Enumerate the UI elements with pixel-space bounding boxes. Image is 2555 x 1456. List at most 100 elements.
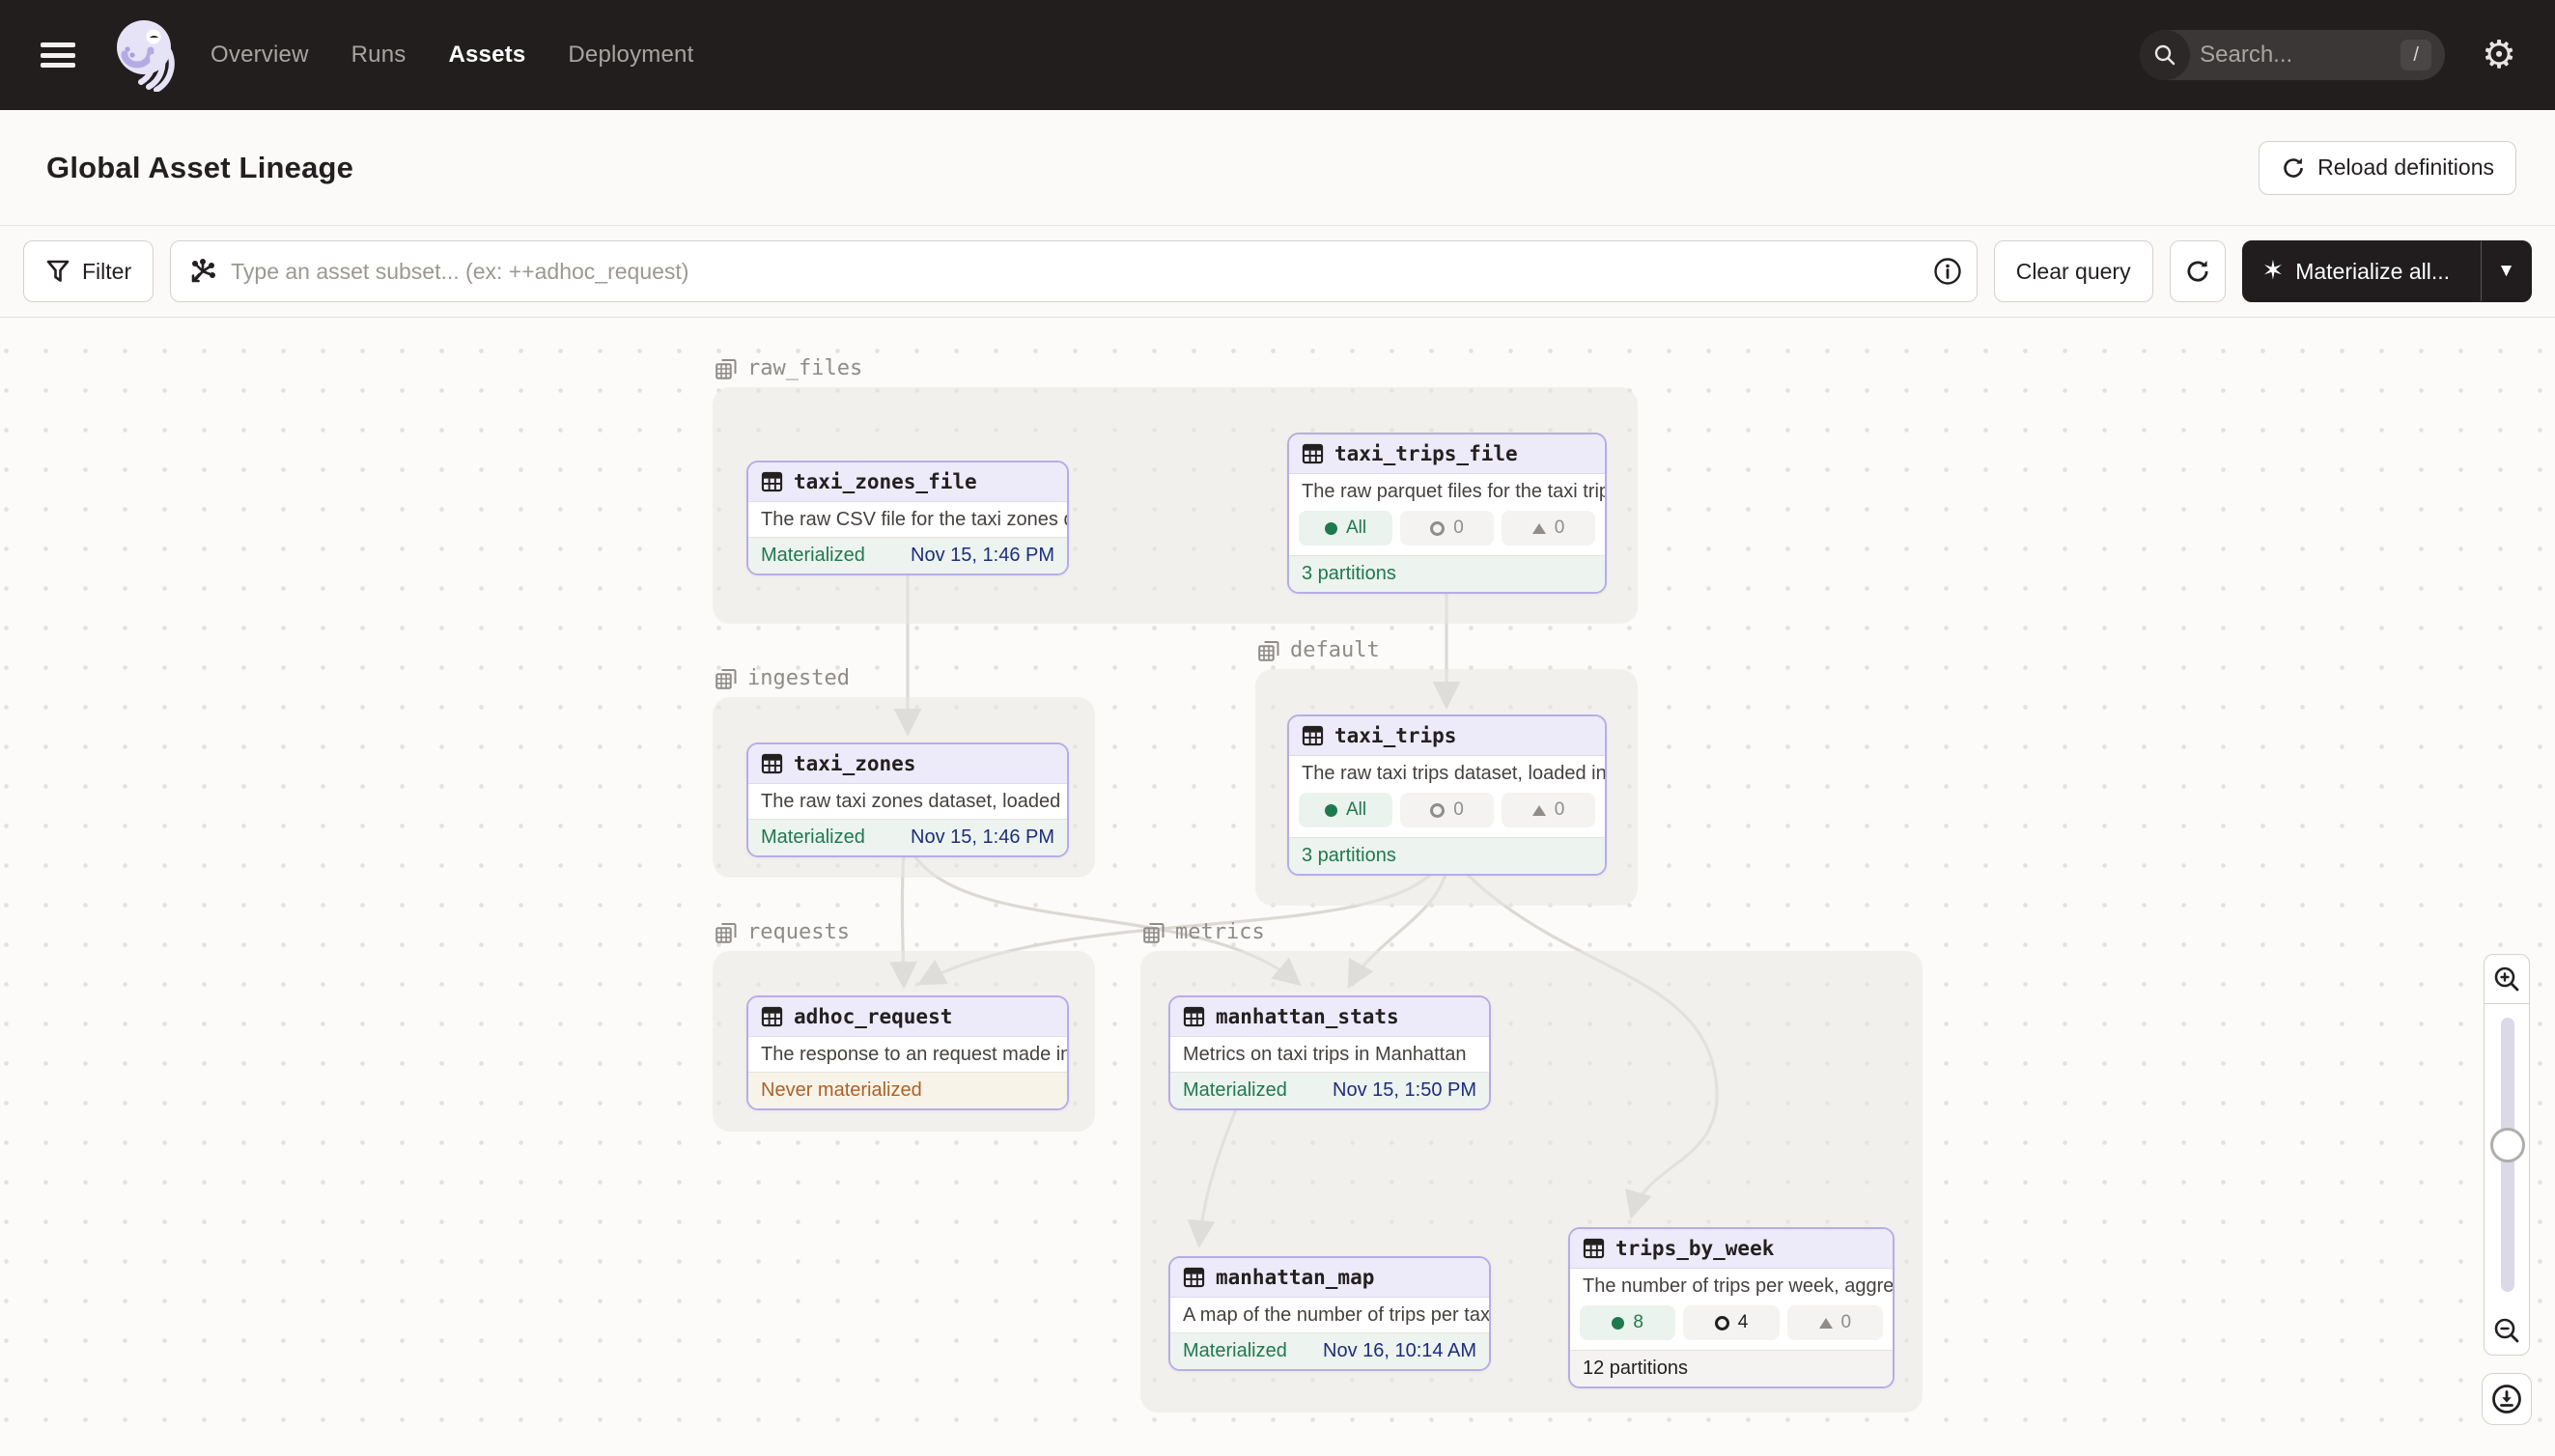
zoom-in-icon bbox=[2492, 965, 2521, 994]
asset-description: The response to an request made in th... bbox=[748, 1037, 1067, 1072]
nav-item-runs[interactable]: Runs bbox=[351, 42, 407, 69]
gear-icon[interactable]: ⚙ bbox=[2482, 36, 2516, 74]
refresh-icon bbox=[2281, 155, 2306, 181]
asset-description: The raw taxi trips dataset, loaded into … bbox=[1289, 756, 1605, 791]
partition-pill[interactable]: All bbox=[1299, 793, 1392, 827]
filter-button[interactable]: Filter bbox=[23, 240, 154, 302]
asset-materialization-time[interactable]: Nov 15, 1:46 PM bbox=[911, 545, 1054, 567]
asset-status-label: 3 partitions bbox=[1302, 563, 1396, 585]
asset-node-taxi_trips_file[interactable]: taxi_trips_file The raw parquet files fo… bbox=[1287, 433, 1607, 594]
asset-materialization-time[interactable]: Nov 16, 10:14 AM bbox=[1323, 1340, 1476, 1362]
asset-materialization-time[interactable]: Nov 15, 1:46 PM bbox=[911, 826, 1054, 849]
asset-status-footer: Materialized Nov 15, 1:46 PM bbox=[748, 537, 1067, 574]
failed-ring-icon bbox=[1430, 803, 1445, 818]
asset-name: taxi_zones bbox=[794, 752, 915, 775]
global-search[interactable]: / bbox=[2140, 30, 2445, 80]
zoom-out-button[interactable] bbox=[2484, 1305, 2530, 1356]
asset-status-footer: Materialized Nov 15, 1:50 PM bbox=[1170, 1072, 1489, 1108]
asset-status-footer: Never materialized bbox=[748, 1072, 1067, 1108]
asset-group-label-metrics[interactable]: metrics bbox=[1142, 920, 1265, 944]
partition-pill[interactable]: 0 bbox=[1400, 511, 1494, 546]
asset-group-label-default[interactable]: default bbox=[1257, 638, 1380, 662]
asset-name: trips_by_week bbox=[1615, 1237, 1774, 1260]
search-shortcut-hint: / bbox=[2401, 40, 2431, 70]
search-icon bbox=[2140, 30, 2190, 80]
partition-status-pills: All00 bbox=[1289, 509, 1605, 555]
materialize-all-button[interactable]: ✶ Materialize all... ▼ bbox=[2242, 240, 2532, 302]
asset-node-manhattan_map[interactable]: manhattan_map A map of the number of tri… bbox=[1168, 1256, 1491, 1371]
zoom-controls bbox=[2484, 954, 2530, 1356]
partition-pill[interactable]: 0 bbox=[1400, 793, 1494, 827]
asset-status-label: Materialized bbox=[1183, 1079, 1287, 1102]
asset-node-adhoc_request[interactable]: adhoc_request The response to an request… bbox=[746, 995, 1069, 1110]
refresh-graph-button[interactable] bbox=[2170, 240, 2226, 302]
partition-pill[interactable]: 0 bbox=[1502, 793, 1595, 827]
dagster-asset-lineage-app: Overview Runs Assets Deployment / ⚙ Glob… bbox=[0, 0, 2555, 1456]
zoom-out-icon bbox=[2492, 1316, 2521, 1345]
asset-status-label: Materialized bbox=[761, 545, 865, 567]
materialize-dropdown-caret[interactable]: ▼ bbox=[2481, 241, 2531, 301]
materialize-all-main[interactable]: ✶ Materialize all... bbox=[2243, 241, 2469, 301]
missing-triangle-icon bbox=[1532, 805, 1546, 816]
menu-icon[interactable] bbox=[39, 39, 77, 71]
table-icon bbox=[1183, 1267, 1205, 1288]
asset-status-label: 12 partitions bbox=[1583, 1358, 1688, 1380]
sparkle-icon: ✶ bbox=[2262, 258, 2285, 284]
page-header: Global Asset Lineage Reload definitions bbox=[0, 110, 2555, 226]
asset-description: The raw parquet files for the taxi trips… bbox=[1289, 474, 1605, 509]
zoom-slider-thumb[interactable] bbox=[2490, 1128, 2525, 1162]
asset-node-header: manhattan_stats bbox=[1170, 997, 1489, 1037]
asset-status-label: 3 partitions bbox=[1302, 845, 1396, 867]
asset-node-trips_by_week[interactable]: trips_by_week The number of trips per we… bbox=[1568, 1227, 1895, 1388]
asset-node-header: taxi_trips bbox=[1289, 716, 1605, 756]
partition-pill[interactable]: 0 bbox=[1787, 1305, 1883, 1340]
asset-description: The raw taxi zones dataset, loaded int..… bbox=[748, 784, 1067, 819]
asset-node-header: manhattan_map bbox=[1170, 1258, 1489, 1298]
partition-status-pills: All00 bbox=[1289, 791, 1605, 837]
clear-query-button[interactable]: Clear query bbox=[1994, 240, 2153, 302]
materialized-dot-icon bbox=[1325, 522, 1337, 535]
partition-status-pills: 840 bbox=[1570, 1303, 1893, 1350]
table-icon bbox=[761, 753, 783, 774]
info-icon[interactable] bbox=[1933, 257, 1962, 286]
asset-node-manhattan_stats[interactable]: manhattan_stats Metrics on taxi trips in… bbox=[1168, 995, 1491, 1110]
nav-links: Overview Runs Assets Deployment bbox=[211, 42, 693, 69]
asset-group-label-requests[interactable]: requests bbox=[715, 920, 850, 944]
partition-pill[interactable]: 4 bbox=[1683, 1305, 1779, 1340]
lineage-canvas[interactable]: raw_files ingested default requests metr… bbox=[0, 319, 2555, 1456]
asset-description: The raw CSV file for the taxi zones dat.… bbox=[748, 502, 1067, 537]
asset-node-taxi_zones_file[interactable]: taxi_zones_file The raw CSV file for the… bbox=[746, 461, 1069, 575]
dagster-logo-icon[interactable] bbox=[114, 18, 178, 92]
asset-node-taxi_trips[interactable]: taxi_trips The raw taxi trips dataset, l… bbox=[1287, 714, 1607, 876]
partition-pill[interactable]: All bbox=[1299, 511, 1392, 546]
failed-ring-icon bbox=[1715, 1316, 1729, 1330]
asset-node-header: trips_by_week bbox=[1570, 1229, 1893, 1269]
asset-description: The number of trips per week, aggreg... bbox=[1570, 1269, 1893, 1303]
asset-status-footer: MaterializedNov 16, 10:14 AM bbox=[1170, 1332, 1489, 1369]
top-navigation-bar: Overview Runs Assets Deployment / ⚙ bbox=[0, 0, 2555, 110]
asset-group-label-raw_files[interactable]: raw_files bbox=[715, 356, 862, 380]
asset-description: Metrics on taxi trips in Manhattan bbox=[1170, 1037, 1489, 1072]
nav-item-deployment[interactable]: Deployment bbox=[568, 42, 693, 69]
asset-group-label-ingested[interactable]: ingested bbox=[715, 666, 850, 690]
asset-subset-input[interactable] bbox=[170, 240, 1978, 302]
asset-node-header: taxi_zones bbox=[748, 744, 1067, 784]
asset-name: taxi_trips_file bbox=[1334, 442, 1518, 465]
materialized-dot-icon bbox=[1325, 804, 1337, 817]
partition-pill[interactable]: 8 bbox=[1580, 1305, 1675, 1340]
asset-status-footer: 3 partitions bbox=[1289, 555, 1605, 592]
asset-status-label: Never materialized bbox=[761, 1079, 922, 1102]
asset-node-taxi_zones[interactable]: taxi_zones The raw taxi zones dataset, l… bbox=[746, 742, 1069, 857]
download-image-button[interactable] bbox=[2482, 1373, 2532, 1425]
asset-node-header: taxi_trips_file bbox=[1289, 434, 1605, 474]
missing-triangle-icon bbox=[1532, 523, 1546, 534]
partition-pill[interactable]: 0 bbox=[1502, 511, 1595, 546]
nav-item-overview[interactable]: Overview bbox=[211, 42, 309, 69]
nav-item-assets[interactable]: Assets bbox=[448, 42, 525, 69]
reload-definitions-button[interactable]: Reload definitions bbox=[2259, 141, 2516, 195]
table-icon bbox=[1183, 1006, 1205, 1027]
asset-name: adhoc_request bbox=[794, 1005, 952, 1028]
lineage-toolbar: Filter Clear query ✶ Materialize all... … bbox=[0, 226, 2555, 318]
zoom-in-button[interactable] bbox=[2484, 954, 2530, 1004]
asset-materialization-time[interactable]: Nov 15, 1:50 PM bbox=[1333, 1079, 1476, 1102]
